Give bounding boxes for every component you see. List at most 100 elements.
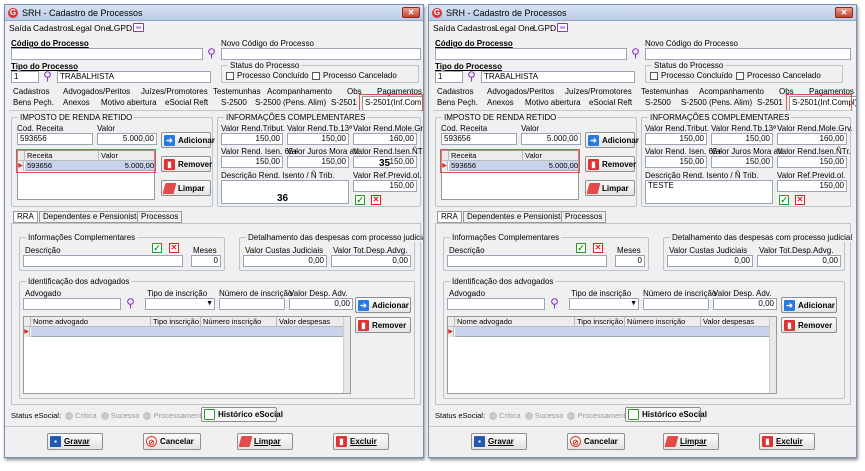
vr-tb13-input[interactable]: 150,00 [711, 133, 773, 145]
valor-input[interactable]: 5.000,00 [521, 133, 581, 145]
scrollbar[interactable] [769, 317, 776, 393]
subtab-dependentes[interactable]: Dependentes e Pensionistas [39, 211, 149, 223]
advogado-input[interactable] [23, 298, 121, 310]
vr-tb13-input[interactable]: 150,00 [287, 133, 349, 145]
valor-tot-desp-input[interactable]: 0,00 [331, 255, 411, 267]
codigo-processo-input[interactable] [435, 48, 627, 60]
valor-desp-adv-input[interactable]: 0,00 [713, 298, 777, 310]
cancelar-button[interactable]: ⊘ Cancelar [567, 433, 625, 450]
tab-anexos[interactable]: Anexos [63, 98, 90, 107]
x-icon[interactable]: ✕ [371, 195, 381, 205]
adicionar-button[interactable]: ➜ Adicionar [161, 132, 215, 148]
remover-advogado-button[interactable]: ▮ Remover [355, 317, 411, 333]
tipo-processo-code[interactable]: 1 [435, 71, 463, 83]
limpar-footer-button[interactable]: Limpar [663, 433, 719, 450]
meses-input[interactable]: 0 [191, 255, 221, 267]
subtab-processos[interactable]: Processos [137, 211, 183, 223]
tab-bens[interactable]: Bens Peçh. [13, 98, 54, 107]
desc-isento-textarea[interactable]: TESTE [645, 180, 773, 204]
tab-esocial-reft[interactable]: eSocial Reft [165, 98, 208, 107]
tab-s2501[interactable]: S-2501 [757, 98, 783, 107]
lgpd-icon[interactable] [133, 23, 144, 32]
subtab-rra[interactable]: RRA [437, 211, 462, 223]
search-icon[interactable]: ⚲ [41, 70, 54, 83]
close-button[interactable]: ✕ [402, 7, 420, 18]
remover-button[interactable]: ▮ Remover [585, 156, 636, 172]
advogado-input[interactable] [447, 298, 545, 310]
historico-esocial-button[interactable]: Histórico eSocial [201, 407, 283, 422]
tab-acompanhamento[interactable]: Acompanhamento [267, 87, 332, 96]
historico-esocial-button[interactable]: Histórico eSocial [625, 407, 707, 422]
descricao-input[interactable] [23, 255, 183, 267]
vr-trib-input[interactable]: 150,00 [645, 133, 707, 145]
adicionar-advogado-button[interactable]: ➜ Adicionar [781, 297, 837, 313]
tab-advogados[interactable]: Advogados/Peritos [487, 87, 554, 96]
tab-testemunhas[interactable]: Testemunhas [213, 87, 261, 96]
vr-juros-input[interactable]: 150,00 [287, 156, 349, 168]
vr-juros-input[interactable]: 150,00 [711, 156, 773, 168]
search-icon[interactable]: ⚲ [465, 70, 478, 83]
valor-custas-input[interactable]: 0,00 [243, 255, 327, 267]
menu-lgpd[interactable]: LGPD [109, 23, 132, 33]
valor-custas-input[interactable]: 0,00 [667, 255, 753, 267]
advogados-grid[interactable]: Nome advogado Tipo inscrição Número insc… [447, 316, 777, 394]
table-row[interactable] [455, 327, 771, 337]
vr-isen-ntr-input[interactable]: 150,00 [777, 156, 847, 168]
check-icon[interactable]: ✓ [779, 195, 789, 205]
remover-advogado-button[interactable]: ▮ Remover [781, 317, 837, 333]
subtab-rra[interactable]: RRA [13, 211, 38, 223]
check-icon[interactable]: ✓ [576, 243, 586, 253]
search-icon[interactable]: ⚲ [205, 47, 218, 60]
processo-concluido-checkbox[interactable] [226, 72, 234, 80]
tab-anexos[interactable]: Anexos [487, 98, 514, 107]
check-icon[interactable]: ✓ [355, 195, 365, 205]
codigo-processo-input[interactable] [11, 48, 203, 60]
subtab-processos[interactable]: Processos [561, 211, 607, 223]
valor-input[interactable]: 5.000,00 [97, 133, 157, 145]
search-icon[interactable]: ⚲ [124, 297, 137, 310]
tab-s2501[interactable]: S-2501 [331, 98, 357, 107]
menu-cadastros[interactable]: Cadastros [457, 23, 496, 33]
tab-motivo[interactable]: Motivo abertura [525, 98, 581, 107]
gravar-button[interactable]: ▪ Gravar [471, 433, 527, 450]
tab-cadastros[interactable]: Cadastros [437, 87, 473, 96]
x-icon[interactable]: ✕ [795, 195, 805, 205]
limpar-footer-button[interactable]: Limpar [237, 433, 293, 450]
meses-input[interactable]: 0 [615, 255, 645, 267]
vr-trib-input[interactable]: 150,00 [221, 133, 283, 145]
tab-esocial-reft[interactable]: eSocial Reft [589, 98, 632, 107]
vr-isen65-input[interactable]: 150,00 [645, 156, 707, 168]
tab-s2500-pens[interactable]: S-2500 (Pens. Alim) [681, 98, 752, 107]
numero-inscricao-input[interactable] [643, 298, 709, 310]
adicionar-button[interactable]: ➜ Adicionar [585, 132, 639, 148]
check-icon[interactable]: ✓ [152, 243, 162, 253]
tipo-inscricao-select[interactable]: ▼ [569, 298, 639, 310]
tab-s2500-pens[interactable]: S-2500 (Pens. Alim) [255, 98, 326, 107]
tab-s2500[interactable]: S-2500 [645, 98, 671, 107]
menu-cadastros[interactable]: Cadastros [33, 23, 72, 33]
descricao-input[interactable] [447, 255, 607, 267]
menu-lgpd[interactable]: LGPD [533, 23, 556, 33]
remover-button[interactable]: ▮ Remover [161, 156, 212, 172]
vr-prev-input[interactable]: 150,00 [777, 180, 847, 192]
limpar-button[interactable]: Limpar [161, 180, 211, 196]
vr-mole-input[interactable]: 160,00 [777, 133, 847, 145]
vr-mole-input[interactable]: 160,00 [353, 133, 417, 145]
processo-cancelado-checkbox[interactable] [312, 72, 320, 80]
tab-motivo[interactable]: Motivo abertura [101, 98, 157, 107]
tab-juizes[interactable]: Juízes/Promotores [565, 87, 632, 96]
limpar-button[interactable]: Limpar [585, 180, 635, 196]
x-icon[interactable]: ✕ [169, 243, 179, 253]
vr-isen65-input[interactable]: 150,00 [221, 156, 283, 168]
search-icon[interactable]: ⚲ [629, 47, 642, 60]
novo-codigo-input[interactable] [221, 48, 421, 60]
menu-legal-one[interactable]: Legal One [495, 23, 534, 33]
tab-advogados[interactable]: Advogados/Peritos [63, 87, 130, 96]
tab-cadastros[interactable]: Cadastros [13, 87, 49, 96]
cancelar-button[interactable]: ⊘ Cancelar [143, 433, 201, 450]
tab-juizes[interactable]: Juízes/Promotores [141, 87, 208, 96]
search-icon[interactable]: ⚲ [548, 297, 561, 310]
processo-cancelado-checkbox[interactable] [736, 72, 744, 80]
gravar-button[interactable]: ▪ Gravar [47, 433, 103, 450]
lgpd-icon[interactable] [557, 23, 568, 32]
